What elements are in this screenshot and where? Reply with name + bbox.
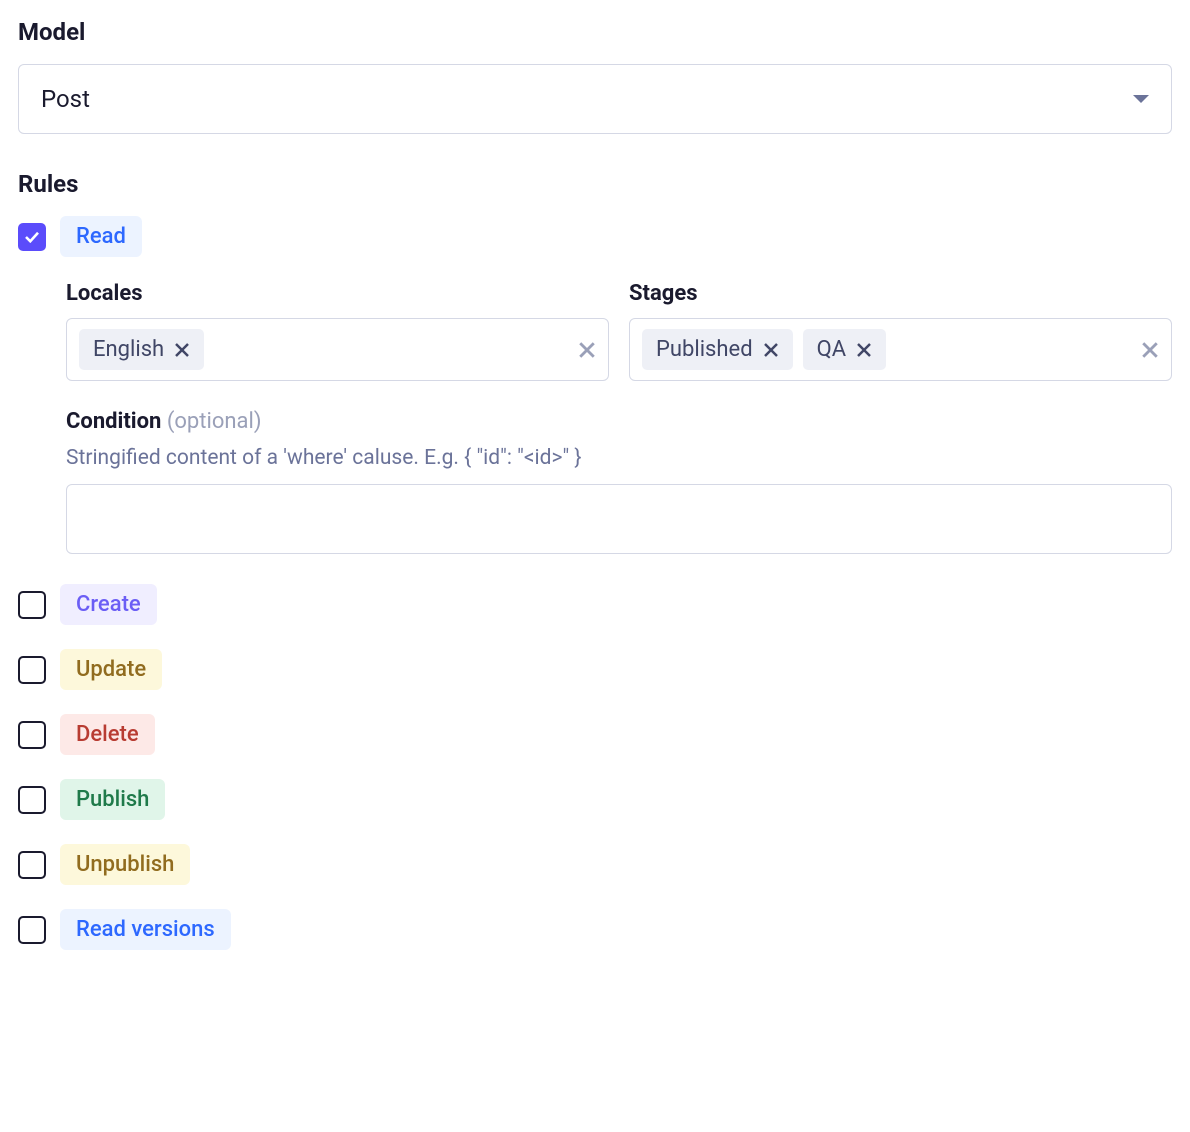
tag-label: QA — [817, 337, 847, 362]
tag-label: Published — [656, 337, 753, 362]
pill-create: Create — [60, 584, 157, 625]
check-icon — [24, 231, 40, 243]
checkbox-publish[interactable] — [18, 786, 46, 814]
locales-label: Locales — [66, 281, 609, 306]
locales-input[interactable]: English — [66, 318, 609, 381]
rule-readversions: Read versions — [18, 909, 1172, 950]
tag-published: Published — [642, 329, 793, 370]
caret-down-icon — [1133, 95, 1149, 103]
pill-unpublish: Unpublish — [60, 844, 190, 885]
close-icon[interactable] — [174, 342, 190, 358]
clear-all-icon[interactable] — [1141, 341, 1159, 359]
close-icon[interactable] — [763, 342, 779, 358]
pill-delete: Delete — [60, 714, 155, 755]
condition-label: Condition (optional) — [66, 409, 1172, 434]
checkbox-readversions[interactable] — [18, 916, 46, 944]
model-select[interactable]: Post — [18, 64, 1172, 134]
pill-readversions: Read versions — [60, 909, 231, 950]
checkbox-delete[interactable] — [18, 721, 46, 749]
model-selected-value: Post — [41, 85, 90, 113]
rule-publish: Publish — [18, 779, 1172, 820]
checkbox-read[interactable] — [18, 223, 46, 251]
locales-col: Locales English — [66, 281, 609, 381]
read-details: Locales English Stages Published QA — [66, 281, 1172, 554]
rule-unpublish: Unpublish — [18, 844, 1172, 885]
tag-qa: QA — [803, 329, 887, 370]
pill-read: Read — [60, 216, 142, 257]
pill-update: Update — [60, 649, 162, 690]
stages-label: Stages — [629, 281, 1172, 306]
rule-create: Create — [18, 584, 1172, 625]
stages-input[interactable]: Published QA — [629, 318, 1172, 381]
condition-section: Condition (optional) Stringified content… — [66, 409, 1172, 554]
condition-label-text: Condition — [66, 409, 161, 434]
clear-all-icon[interactable] — [578, 341, 596, 359]
condition-optional: (optional) — [167, 409, 262, 434]
rule-delete: Delete — [18, 714, 1172, 755]
rule-read: Read — [18, 216, 1172, 257]
pill-publish: Publish — [60, 779, 165, 820]
rules-label: Rules — [18, 170, 1172, 198]
checkbox-create[interactable] — [18, 591, 46, 619]
close-icon[interactable] — [856, 342, 872, 358]
tag-label: English — [93, 337, 164, 362]
stages-col: Stages Published QA — [629, 281, 1172, 381]
checkbox-update[interactable] — [18, 656, 46, 684]
condition-helper: Stringified content of a 'where' caluse.… — [66, 446, 1172, 470]
checkbox-unpublish[interactable] — [18, 851, 46, 879]
condition-input[interactable] — [66, 484, 1172, 554]
model-label: Model — [18, 18, 1172, 46]
rule-update: Update — [18, 649, 1172, 690]
tag-english: English — [79, 329, 204, 370]
